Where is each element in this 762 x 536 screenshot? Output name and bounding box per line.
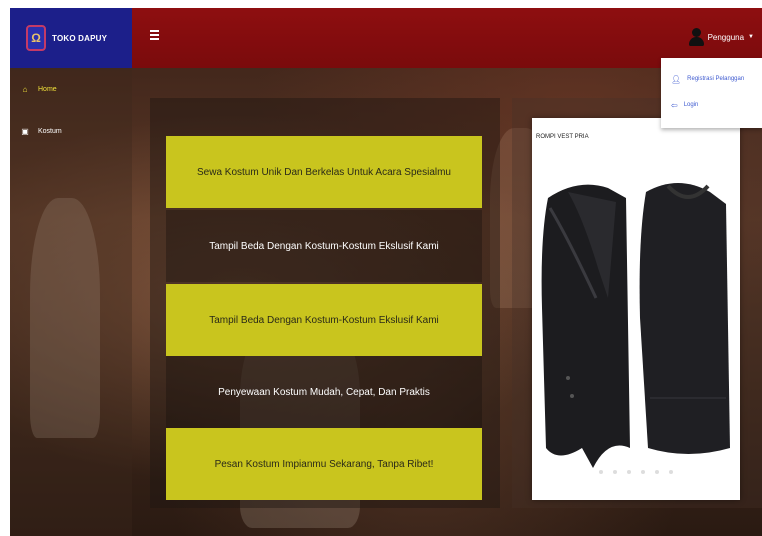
- slogan-banner: Penyewaan Kostum Mudah, Cepat, Dan Prakt…: [166, 356, 482, 428]
- carousel-indicators[interactable]: [532, 470, 740, 480]
- sidebar-item-label: Home: [38, 85, 57, 93]
- brand-logo-icon: Ω: [26, 25, 46, 51]
- app-window: Ω TOKO DAPUY Pengguna ▼ ⌂ Home ▣ Kostum …: [10, 8, 762, 536]
- brand-name: TOKO DAPUY: [52, 33, 108, 43]
- slogan-panel: Sewa Kostum Unik Dan Berkelas Untuk Acar…: [150, 98, 500, 508]
- vest-product-image: [541, 183, 730, 468]
- user-menu-toggle[interactable]: Pengguna ▼: [688, 28, 754, 46]
- sidebar-item-home[interactable]: ⌂ Home: [10, 78, 132, 100]
- home-icon: ⌂: [22, 84, 28, 94]
- caret-down-icon: ▼: [748, 34, 754, 40]
- costume-icon: ▣: [21, 126, 29, 136]
- user-menu-label: Pengguna: [707, 32, 745, 42]
- sidebar-item-label: Kostum: [38, 127, 62, 135]
- slogan-banner: Sewa Kostum Unik Dan Berkelas Untuk Acar…: [166, 136, 482, 208]
- dropdown-item-login[interactable]: ⇦ Login: [671, 92, 752, 118]
- login-icon: ⇦: [671, 100, 678, 110]
- user-avatar-icon: [688, 28, 704, 46]
- dropdown-item-registration[interactable]: 👤︎ Registrasi Pelanggan: [671, 66, 752, 92]
- user-icon: 👤︎: [671, 74, 682, 84]
- slogan-banner: Pesan Kostum Impianmu Sekarang, Tanpa Ri…: [166, 428, 482, 500]
- dropdown-item-label: Login: [683, 102, 699, 108]
- sidebar: ⌂ Home ▣ Kostum: [10, 68, 132, 536]
- sidebar-item-kostum[interactable]: ▣ Kostum: [10, 120, 132, 142]
- product-title: ROMPI VEST PRIA: [536, 134, 589, 140]
- brand-bar[interactable]: Ω TOKO DAPUY: [10, 8, 132, 68]
- slogan-banner: Tampil Beda Dengan Kostum-Kostum Ekslusi…: [166, 210, 482, 282]
- slogan-banner: Tampil Beda Dengan Kostum-Kostum Ekslusi…: [166, 284, 482, 356]
- product-card[interactable]: ROMPI VEST PRIA: [532, 118, 740, 500]
- user-dropdown-menu: 👤︎ Registrasi Pelanggan ⇦ Login: [661, 58, 762, 128]
- dropdown-item-label: Registrasi Pelanggan: [687, 76, 745, 82]
- hamburger-menu-icon[interactable]: [150, 30, 160, 42]
